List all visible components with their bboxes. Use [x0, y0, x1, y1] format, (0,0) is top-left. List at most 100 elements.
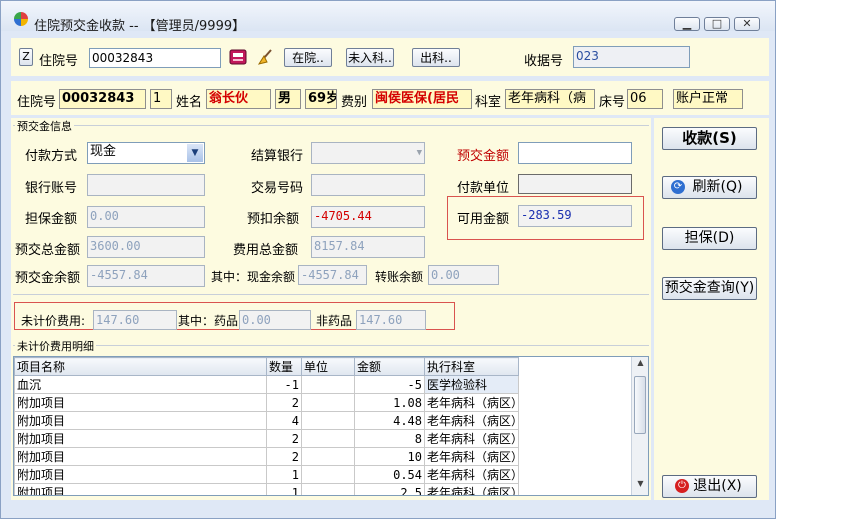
guarantee-button[interactable]: 担保(D) — [662, 227, 757, 250]
table-row[interactable]: 附加项目 4 4.48 老年病科（病区） — [14, 411, 519, 430]
broom-icon[interactable] — [256, 47, 276, 67]
cell-dept: 老年病科（病区） — [424, 429, 519, 448]
table-row[interactable]: 附加项目 2 1.08 老年病科（病区） — [14, 393, 519, 412]
cell-amount: -5 — [354, 375, 425, 394]
cell-amount: 0.54 — [354, 465, 425, 484]
window-title: 住院预交金收款 -- 【管理员/9999】 — [34, 19, 246, 34]
prepay-group-line — [13, 125, 649, 126]
cell-dept: 老年病科（病区） — [424, 465, 519, 484]
cell-amount: 1.08 — [354, 393, 425, 412]
cell-unit — [301, 393, 355, 412]
pre-deduct-field: -4705.44 — [311, 206, 425, 228]
maximize-button[interactable]: □ — [704, 17, 730, 31]
cell-dept: 老年病科（病区） — [424, 393, 519, 412]
prepay-amount-input[interactable] — [518, 142, 632, 164]
refresh-button[interactable]: ⟳ 刷新(Q) — [662, 176, 757, 199]
prepay-query-button[interactable]: 预交金查询(Y) — [662, 277, 757, 300]
collect-button[interactable]: 收款(S) — [662, 127, 757, 150]
detail-group-line — [13, 345, 649, 346]
patient-dept: 老年病科（病 — [505, 89, 595, 109]
cell-amount: 8 — [354, 429, 425, 448]
title-bar: 住院预交金收款 -- 【管理员/9999】 ▁ □ ✕ — [1, 1, 775, 34]
unpriced-drug-field: 0.00 — [239, 310, 311, 330]
table-row[interactable]: 附加项目 2 10 老年病科（病区） — [14, 447, 519, 466]
cell-amount: 10 — [354, 447, 425, 466]
patient-visit-count: 1 — [150, 89, 172, 109]
chevron-down-icon[interactable]: ▼ — [417, 144, 422, 162]
table-row[interactable]: 附加项目 1 2.5 老年病科（病区） — [14, 483, 519, 495]
pay-unit-input[interactable] — [518, 174, 632, 194]
column-header-unit[interactable]: 单位 — [301, 357, 355, 376]
cell-name: 附加项目 — [14, 483, 267, 495]
pay-method-value: 现金 — [90, 144, 117, 159]
receipt-number-field[interactable]: 023 — [573, 46, 690, 68]
available-amount-label: 可用金额 — [457, 212, 510, 227]
minimize-button[interactable]: ▁ — [674, 17, 700, 31]
total-fee-field: 8157.84 — [311, 236, 425, 258]
not-admitted-button[interactable]: 未入科.. — [346, 48, 394, 67]
column-header-amount[interactable]: 金额 — [354, 357, 425, 376]
prepay-amount-label: 预交金额 — [457, 149, 510, 164]
unpriced-detail-table: 项目名称 数量 单位 金额 执行科室 血沉 -1 -5 医学检验科 附加项目 2 1.08… — [13, 356, 649, 496]
inhospital-button[interactable]: 在院.. — [284, 48, 332, 67]
admission-input[interactable]: 00032843 — [89, 48, 221, 68]
account-status: 账户正常 — [673, 89, 743, 109]
exit-button[interactable]: ⏻ 退出(X) — [662, 475, 757, 498]
dept-label: 科室 — [475, 95, 502, 110]
column-header-name[interactable]: 项目名称 — [14, 357, 267, 376]
cell-name: 附加项目 — [14, 393, 267, 412]
close-button[interactable]: ✕ — [734, 17, 760, 31]
discharged-button[interactable]: 出科.. — [412, 48, 460, 67]
scroll-up-arrow-icon[interactable]: ▲ — [632, 358, 648, 372]
available-amount-field: -283.59 — [518, 205, 632, 227]
cell-qty: 1 — [266, 483, 302, 495]
table-row[interactable]: 附加项目 2 8 老年病科（病区） — [14, 429, 519, 448]
transfer-balance-label: 转账余额 — [375, 270, 424, 284]
unpriced-fee-field: 147.60 — [93, 310, 177, 330]
column-header-qty[interactable]: 数量 — [266, 357, 302, 376]
prepay-panel: 预交金信息 付款方式 现金 ▼ 结算银行 ▼ 预交金额 银行账号 交易号码 付款… — [11, 118, 651, 500]
cell-amount: 2.5 — [354, 483, 425, 495]
z-button[interactable]: Z — [19, 48, 33, 66]
pay-method-select[interactable]: 现金 ▼ — [87, 142, 205, 164]
cell-unit — [301, 447, 355, 466]
fee-type-label: 费别 — [341, 95, 368, 110]
cell-unit — [301, 483, 355, 495]
cash-balance-label: 其中：现金余额 — [211, 270, 296, 284]
unpriced-nondrug-field: 147.60 — [356, 310, 426, 330]
trade-no-input[interactable] — [311, 174, 425, 196]
bed-label: 床号 — [599, 95, 626, 110]
bed-number: 06 — [627, 89, 663, 109]
scroll-thumb[interactable] — [634, 376, 646, 434]
patient-age: 69岁 — [305, 89, 337, 109]
separator-line — [13, 294, 649, 295]
cell-dept: 老年病科（病区） — [424, 483, 519, 495]
trade-no-label: 交易号码 — [251, 181, 304, 196]
chevron-down-icon[interactable]: ▼ — [187, 144, 203, 162]
bank-account-input[interactable] — [87, 174, 205, 196]
cell-qty: 2 — [266, 447, 302, 466]
refresh-icon: ⟳ — [671, 180, 685, 194]
cash-balance-field: -4557.84 — [298, 265, 367, 285]
detail-section-title: 未计价费用明细 — [15, 338, 96, 354]
patient-admission-label: 住院号 — [17, 95, 57, 110]
table-row[interactable]: 血沉 -1 -5 医学检验科 — [14, 375, 519, 394]
scroll-down-arrow-icon[interactable]: ▼ — [632, 479, 648, 493]
patient-admission-no: 00032843 — [59, 89, 146, 109]
unpriced-nondrug-label: 非药品 — [316, 314, 353, 328]
settle-bank-label: 结算银行 — [251, 149, 304, 164]
cell-unit — [301, 375, 355, 394]
cell-name: 附加项目 — [14, 411, 267, 430]
receipt-label: 收据号 — [524, 54, 564, 69]
unpriced-fee-label: 未计价费用: — [21, 314, 86, 328]
refresh-label: 刷新(Q) — [692, 179, 743, 195]
table-row[interactable]: 附加项目 1 0.54 老年病科（病区） — [14, 465, 519, 484]
app-icon — [14, 12, 28, 26]
cell-qty: 1 — [266, 465, 302, 484]
vertical-scrollbar[interactable]: ▲ ▼ — [631, 357, 648, 495]
settle-bank-select[interactable]: ▼ — [311, 142, 425, 164]
column-header-dept[interactable]: 执行科室 — [424, 357, 519, 376]
cell-name: 血沉 — [14, 375, 267, 394]
cell-dept: 医学检验科 — [424, 375, 519, 394]
card-reader-icon[interactable] — [229, 47, 247, 67]
